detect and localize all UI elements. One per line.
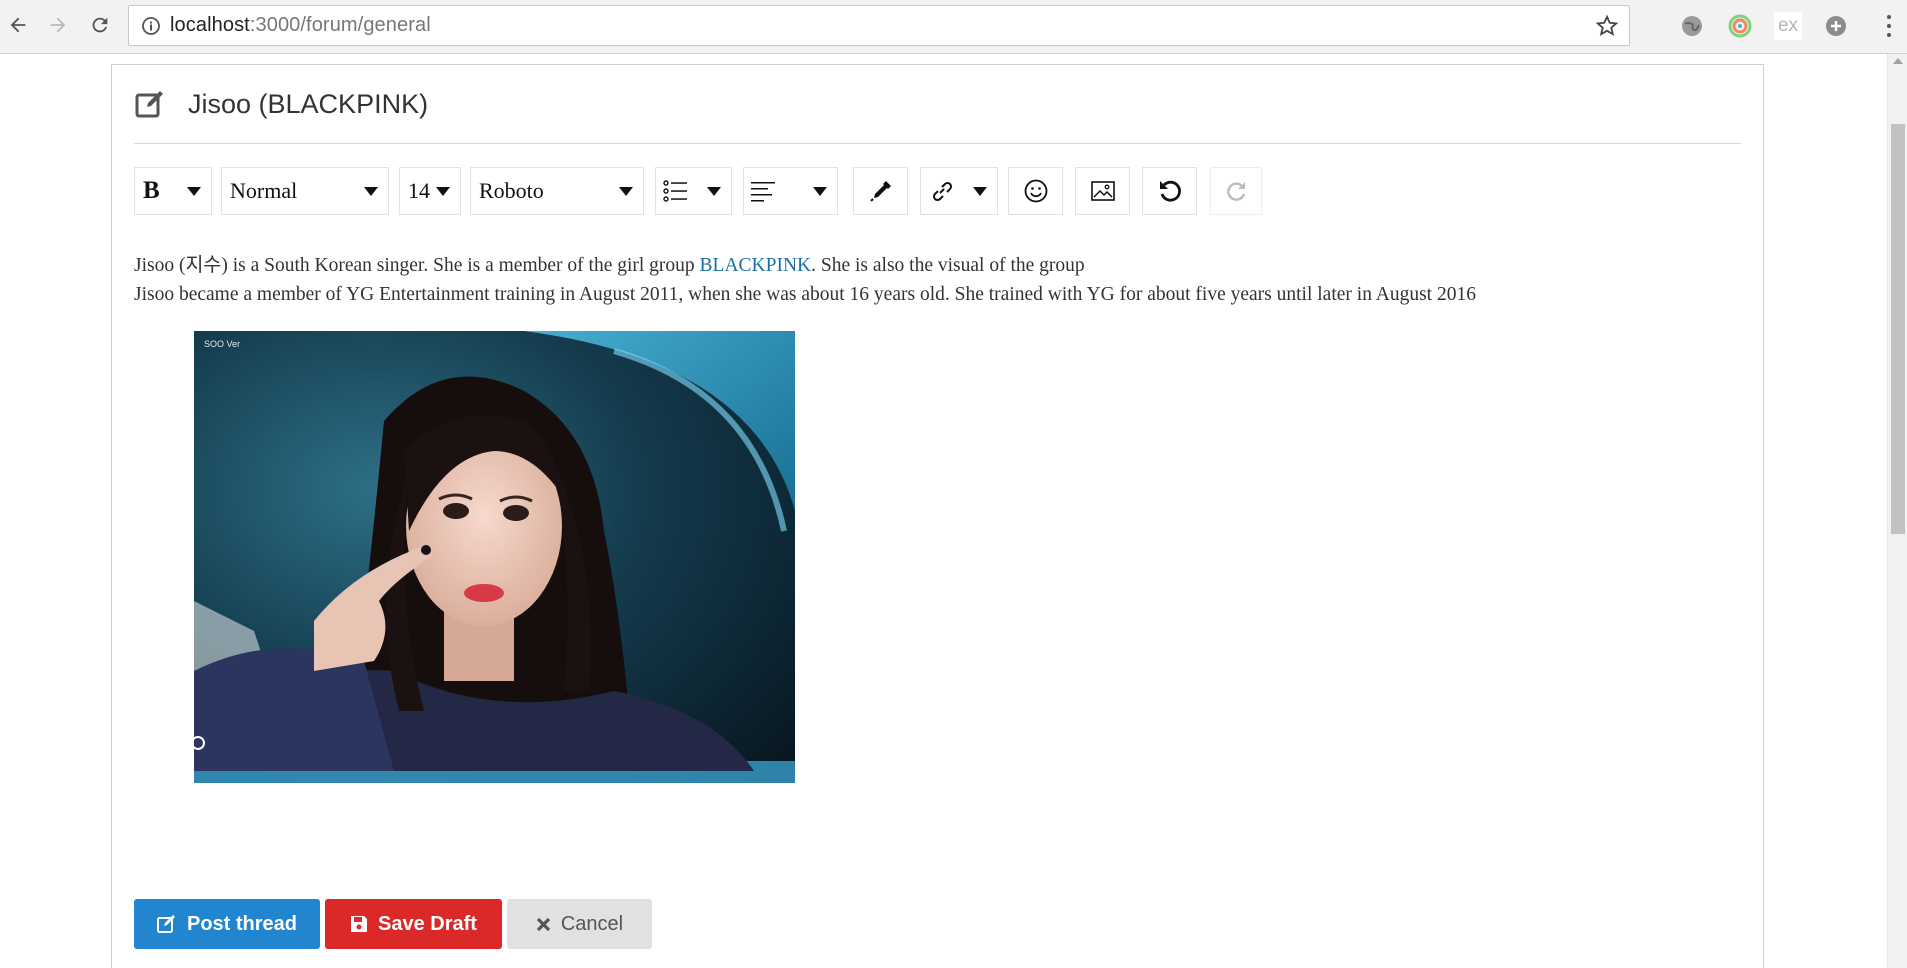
color-picker-button[interactable] <box>853 167 908 215</box>
text-align-dropdown[interactable] <box>743 167 838 215</box>
paragraph: Jisoo became a member of YG Entertainmen… <box>134 284 1476 305</box>
embedded-photo[interactable]: SOO Ver <box>194 331 795 783</box>
list-dropdown[interactable] <box>655 167 732 215</box>
globe-extension-icon[interactable] <box>1678 12 1706 40</box>
emoji-icon <box>1024 179 1047 203</box>
block-type-dropdown[interactable]: Normal <box>221 167 389 215</box>
image-button[interactable] <box>1075 167 1130 215</box>
thread-editor-panel: Jisoo (BLACKPINK) B Normal 14 Roboto Jis… <box>111 64 1764 968</box>
panel-header: Jisoo (BLACKPINK) <box>134 65 1741 144</box>
floppy-disk-icon <box>350 915 368 933</box>
photo-watermark: SOO Ver <box>204 339 240 349</box>
scroll-up-icon[interactable] <box>1893 58 1903 64</box>
chevron-down-icon <box>707 187 721 196</box>
paragraph-text: . She is also the visual of the group <box>811 255 1085 276</box>
chevron-down-icon <box>813 187 827 196</box>
arrow-left-icon <box>10 17 26 33</box>
chevron-down-icon <box>973 187 987 196</box>
editor-toolbar: B Normal 14 Roboto <box>134 167 1754 215</box>
undo-icon <box>1159 180 1181 202</box>
emoji-button[interactable] <box>1008 167 1063 215</box>
url-text: localhost:3000/forum/general <box>170 14 431 37</box>
redo-icon <box>1227 182 1246 201</box>
thread-title: Jisoo (BLACKPINK) <box>188 88 429 119</box>
reload-button[interactable] <box>84 9 116 41</box>
save-draft-label: Save Draft <box>378 912 477 935</box>
blackpink-link[interactable]: BLACKPINK <box>700 255 812 276</box>
block-type-label: Normal <box>230 178 298 203</box>
reload-icon <box>92 17 108 33</box>
bold-label: B <box>143 177 160 204</box>
font-family-dropdown[interactable]: Roboto <box>470 167 644 215</box>
link-icon <box>932 181 953 202</box>
cancel-button[interactable]: Cancel <box>507 899 652 949</box>
link-dropdown[interactable] <box>920 167 998 215</box>
font-size-dropdown[interactable]: 14 <box>399 167 461 215</box>
ex-extension-icon[interactable]: ex <box>1774 12 1802 40</box>
chevron-down-icon <box>436 187 450 196</box>
url-path: :3000/forum/general <box>249 14 431 36</box>
close-icon <box>536 917 551 932</box>
scrollbar-thumb[interactable] <box>1891 124 1905 534</box>
address-bar[interactable]: localhost:3000/forum/general <box>128 5 1630 46</box>
url-host: localhost <box>170 14 250 36</box>
redo-button[interactable] <box>1210 167 1262 215</box>
cancel-label: Cancel <box>560 912 624 935</box>
bullet-list-icon <box>663 180 687 202</box>
info-icon[interactable] <box>140 15 162 37</box>
forward-button[interactable] <box>42 9 74 41</box>
chevron-down-icon <box>187 187 201 196</box>
font-size-label: 14 <box>408 178 430 203</box>
chevron-down-icon <box>619 187 633 196</box>
edit-icon <box>156 914 177 934</box>
edit-icon <box>135 91 163 118</box>
paragraph: Jisoo (지수) is a South Korean singer. She… <box>134 251 1734 280</box>
jisoo-photo-illustration: SOO Ver <box>194 331 795 783</box>
browser-menu-icon[interactable] <box>1883 12 1895 40</box>
eyedropper-icon <box>869 181 891 202</box>
align-left-icon <box>751 182 775 202</box>
browser-toolbar: localhost:3000/forum/general ex <box>0 0 1907 54</box>
post-thread-label: Post thread <box>186 912 298 935</box>
image-icon <box>1090 181 1115 201</box>
color-picker-extension-icon[interactable] <box>1726 12 1754 40</box>
undo-button[interactable] <box>1142 167 1197 215</box>
save-draft-button[interactable]: Save Draft <box>325 899 502 949</box>
page-scrollbar[interactable] <box>1887 54 1907 968</box>
back-button[interactable] <box>2 9 34 41</box>
paragraph-text: Jisoo (지수) is a South Korean singer. She… <box>134 255 700 276</box>
grid-extension-icon[interactable] <box>1822 12 1850 40</box>
post-thread-button[interactable]: Post thread <box>134 899 320 949</box>
font-family-label: Roboto <box>479 178 544 203</box>
inline-style-dropdown[interactable]: B <box>134 167 212 215</box>
arrow-right-icon <box>50 17 66 33</box>
editor-content[interactable]: Jisoo (지수) is a South Korean singer. She… <box>134 251 1734 309</box>
chevron-down-icon <box>364 187 378 196</box>
bookmark-star-icon[interactable] <box>1595 14 1619 38</box>
